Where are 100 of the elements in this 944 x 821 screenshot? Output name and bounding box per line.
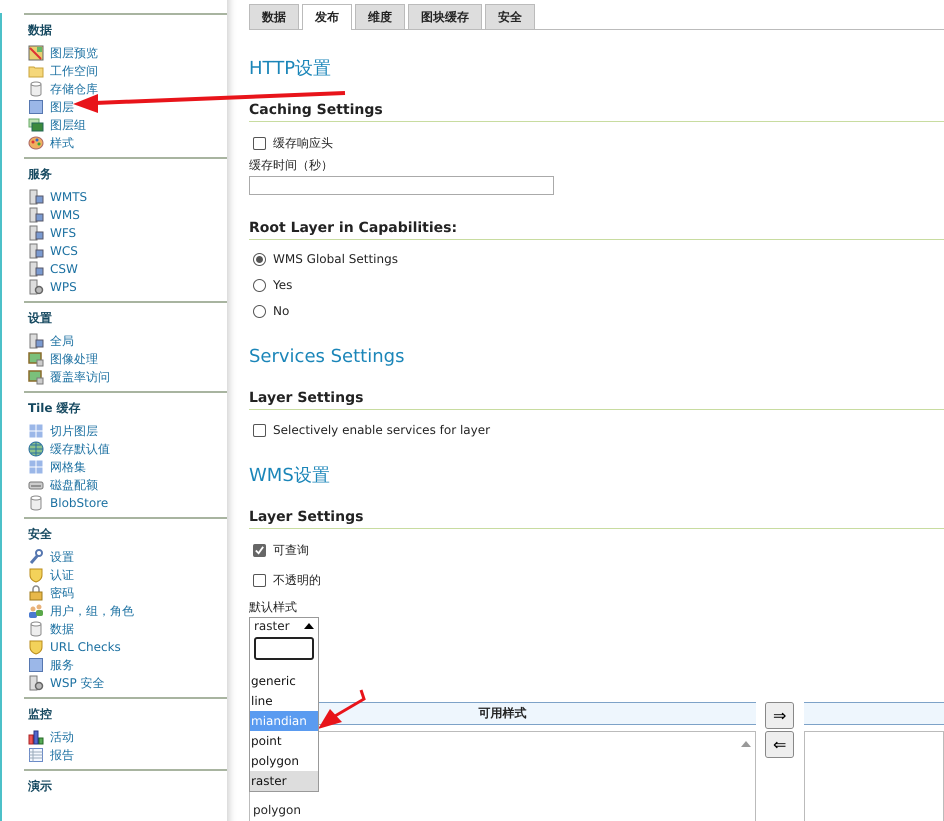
section-title: 演示 [28, 779, 53, 793]
dropdown-option[interactable]: generic [250, 671, 318, 691]
dropdown-option[interactable]: raster [250, 771, 318, 791]
sidebar-link[interactable]: URL Checks [50, 640, 121, 654]
sidebar-link[interactable]: 切片图层 [50, 422, 98, 440]
checkbox[interactable] [253, 137, 266, 150]
sidebar-link[interactable]: 工作空间 [50, 62, 98, 80]
sidebar-link[interactable]: 图像处理 [50, 350, 98, 368]
annotation-arrow [318, 690, 366, 729]
sidebar-link[interactable]: CSW [50, 262, 78, 276]
tab[interactable]: 安全 [485, 4, 535, 29]
radio-label: Yes [273, 278, 292, 292]
section-title: 安全 [28, 527, 53, 541]
sidebar-link[interactable]: 图层预览 [50, 44, 98, 62]
table-icon [28, 747, 44, 763]
subsection-heading: Root Layer in Capabilities: [249, 220, 944, 240]
sidebar-link[interactable]: BlobStore [50, 496, 108, 510]
server-icon [28, 225, 44, 241]
subsection-heading: Layer Settings [249, 390, 944, 410]
tab[interactable]: 图块缓存 [408, 4, 482, 29]
section-title: 监控 [28, 707, 53, 721]
lock-icon [28, 585, 44, 601]
checkbox[interactable] [253, 574, 266, 587]
list-item[interactable]: polygon [253, 803, 755, 817]
shield-icon [28, 567, 44, 583]
checkbox-label: 缓存响应头 [273, 135, 333, 152]
radio-button[interactable] [253, 252, 266, 266]
checkbox[interactable] [253, 544, 266, 557]
subsection-heading: Caching Settings [249, 102, 944, 122]
globe-icon [28, 441, 44, 457]
sidebar-link[interactable]: WMTS [50, 190, 88, 204]
shield-icon [28, 639, 44, 655]
section-title: 服务 [28, 167, 53, 181]
server-icon [28, 207, 44, 223]
sidebar-link[interactable]: 样式 [50, 134, 74, 152]
dropdown-option[interactable]: polygon [250, 751, 318, 771]
sidebar-link[interactable]: 磁盘配额 [50, 476, 98, 494]
sidebar-link[interactable]: 用户，组，角色 [50, 602, 134, 620]
dropdown-option[interactable]: miandian [250, 711, 318, 731]
subsection-heading: Layer Settings [249, 509, 944, 529]
server-icon [28, 333, 44, 349]
section-title: Tile 缓存 [28, 401, 82, 415]
tab[interactable]: 数据 [249, 4, 299, 29]
move-button[interactable]: ⇐ [765, 731, 794, 758]
sidebar-link[interactable]: 数据 [50, 620, 74, 638]
sidebar-link[interactable]: 服务 [50, 656, 74, 674]
section-heading: Services Settings [249, 346, 406, 368]
radio-button[interactable] [253, 278, 266, 292]
search-field[interactable] [254, 637, 314, 660]
sidebar-link[interactable]: 报告 [50, 746, 74, 764]
sidebar-link[interactable]: 网格集 [50, 458, 86, 476]
sidebar-link[interactable]: 图层 [50, 98, 74, 116]
radio-label: WMS Global Settings [273, 252, 398, 266]
square-icon [28, 657, 44, 673]
users-icon [28, 603, 44, 619]
grid-icon [28, 459, 44, 475]
section-heading: WMS设置 [249, 465, 331, 487]
sidebar-link[interactable]: WSP 安全 [50, 674, 105, 692]
input-field[interactable] [249, 176, 554, 195]
tab[interactable]: 维度 [355, 4, 405, 29]
section-title: 设置 [28, 311, 53, 325]
gear-icon [28, 279, 44, 295]
sidebar-link[interactable]: WFS [50, 226, 76, 240]
sidebar-link[interactable]: 全局 [50, 332, 74, 350]
cylinder-icon [28, 495, 44, 511]
checkbox-label: Selectively enable services for layer [273, 423, 490, 437]
checkbox-label: 可查询 [273, 542, 309, 559]
dropdown-option[interactable]: line [250, 691, 318, 711]
server-icon [28, 261, 44, 277]
sidebar-link[interactable]: 图层组 [50, 116, 86, 134]
tab[interactable]: 发布 [302, 4, 352, 30]
grid-icon [28, 423, 44, 439]
sidebar-link[interactable]: 缓存默认值 [50, 440, 110, 458]
checkbox-label: 不透明的 [273, 572, 321, 589]
cylinder-icon [28, 621, 44, 637]
wrench-icon [28, 549, 44, 565]
checkbox[interactable] [253, 424, 266, 436]
move-button[interactable]: ⇒ [765, 702, 794, 729]
server-icon [28, 243, 44, 259]
sidebar-link[interactable]: 密码 [50, 584, 74, 602]
sidebar-link[interactable]: WMS [50, 208, 80, 222]
image-icon [28, 351, 44, 367]
sidebar-link[interactable]: WPS [50, 280, 77, 294]
sidebar-link[interactable]: 存储仓库 [50, 80, 98, 98]
sidebar-link[interactable]: 覆盖率访问 [50, 368, 110, 386]
gear-icon [28, 675, 44, 691]
sidebar-link[interactable]: 设置 [50, 548, 74, 566]
caret-icon [304, 623, 314, 629]
image-icon [28, 369, 44, 385]
server-icon [28, 189, 44, 205]
dropdown-option[interactable]: point [250, 731, 318, 751]
scroll-up-icon[interactable] [741, 741, 751, 747]
sidebar-link[interactable]: WCS [50, 244, 78, 258]
chart-icon [28, 729, 44, 745]
field-label: 缓存时间（秒） [249, 157, 334, 174]
radio-button[interactable] [253, 304, 266, 318]
sidebar-link[interactable]: 认证 [50, 566, 74, 584]
palette-icon [28, 135, 44, 151]
sidebar-link[interactable]: 活动 [50, 728, 74, 746]
layers-icon [28, 117, 44, 133]
